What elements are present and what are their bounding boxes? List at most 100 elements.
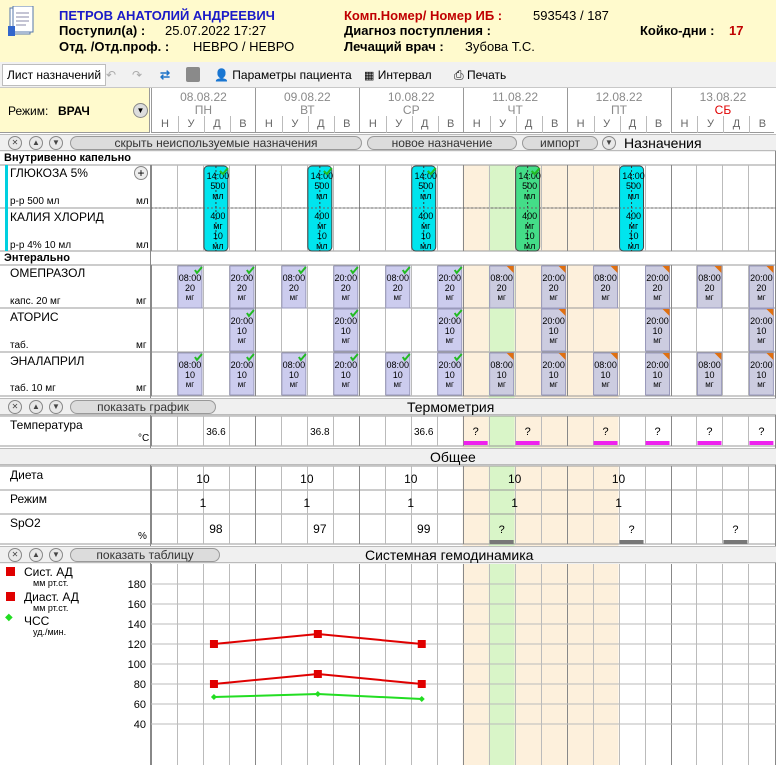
- pending-bar: [515, 441, 540, 445]
- temperature-unit: °С: [138, 433, 150, 444]
- dose-amount: 20: [601, 283, 611, 293]
- dose-amount: 10: [341, 326, 351, 336]
- dose-amount: 10: [601, 370, 611, 380]
- iv-dose-text: мл: [212, 191, 223, 201]
- dose-amount: 10: [185, 370, 195, 380]
- drug-unit: мг: [136, 383, 147, 394]
- chart-point: [209, 640, 218, 648]
- import-button[interactable]: импорт: [522, 136, 598, 150]
- close-icon[interactable]: ✕: [8, 136, 22, 150]
- temperature-pending: ?: [603, 426, 609, 438]
- close-icon[interactable]: ✕: [8, 400, 22, 414]
- drug-name[interactable]: ЭНАЛАПРИЛ: [10, 354, 84, 368]
- drug-unit: мг: [136, 296, 147, 307]
- drug-form: капс. 20 мг: [10, 296, 61, 307]
- dose-unit: мг: [653, 380, 662, 389]
- iv-dose-text: 400: [314, 211, 329, 221]
- chevron-up-icon[interactable]: ▲: [29, 548, 43, 562]
- dose-unit: мг: [446, 293, 455, 302]
- chevron-down-icon[interactable]: ▼: [49, 136, 63, 150]
- dose-time: 20:00: [542, 273, 565, 283]
- dose-unit: мг: [497, 293, 506, 302]
- dose-time: 20:00: [542, 316, 565, 326]
- dose-amount: 20: [289, 283, 299, 293]
- dose-amount: 10: [756, 326, 766, 336]
- show-graph-button[interactable]: показать график: [70, 400, 216, 414]
- chart-tick-label: 160: [128, 599, 146, 611]
- iv-dose-text: 400: [626, 211, 641, 221]
- dose-time: 20:00: [750, 316, 773, 326]
- dose-unit: мг: [549, 293, 558, 302]
- iv-dose-text: мг: [421, 221, 431, 231]
- iv-dose-text: 500: [418, 181, 433, 191]
- hide-unused-button[interactable]: скрыть неиспользуемые назначения: [70, 136, 362, 150]
- general-title: Общее: [430, 449, 476, 465]
- drug-unit: мл: [136, 240, 149, 251]
- diet-value: 10: [404, 472, 418, 486]
- iv-dose-text: мг: [629, 221, 639, 231]
- drug-form: таб. 10 мг: [10, 383, 56, 394]
- chevron-up-icon[interactable]: ▲: [29, 136, 43, 150]
- dose-amount: 20: [549, 283, 559, 293]
- iv-dose-text: мл: [420, 191, 431, 201]
- add-icon[interactable]: +: [134, 166, 148, 180]
- iv-dose-text: 400: [210, 211, 225, 221]
- dose-amount: 10: [549, 370, 559, 380]
- dose-amount: 20: [341, 283, 351, 293]
- legend-marker-diastolic: [6, 592, 15, 601]
- dose-time: 20:00: [646, 273, 669, 283]
- drug-name[interactable]: ОМЕПРАЗОЛ: [10, 266, 85, 280]
- dose-amount: 10: [653, 370, 663, 380]
- iv-dose-text: 10: [629, 231, 639, 241]
- dose-unit: мг: [186, 380, 195, 389]
- dose-time: 20:00: [438, 316, 461, 326]
- dose-amount: 10: [289, 370, 299, 380]
- drug-form: р-р 4% 10 мл: [10, 240, 72, 251]
- dose-unit: мг: [186, 293, 195, 302]
- dose-unit: мг: [342, 293, 351, 302]
- iv-dose-text: мл: [212, 241, 223, 251]
- dose-time: 20:00: [231, 316, 254, 326]
- new-assignment-button[interactable]: новое назначение: [367, 136, 517, 150]
- drug-name[interactable]: ГЛЮКОЗА 5%: [10, 166, 88, 180]
- chevron-down-icon[interactable]: ▼: [49, 548, 63, 562]
- iv-dose-text: мл: [420, 241, 431, 251]
- chart-point: [313, 670, 322, 678]
- diet-label: Диета: [10, 468, 44, 482]
- chevron-down-icon[interactable]: ▼: [49, 400, 63, 414]
- drug-form: таб.: [10, 340, 29, 351]
- dose-unit: мг: [757, 336, 766, 345]
- iv-dose-text: 10: [317, 231, 327, 241]
- iv-dose-text: 500: [210, 181, 225, 191]
- dose-time: 08:00: [490, 273, 513, 283]
- dose-amount: 10: [237, 370, 247, 380]
- dose-unit: мг: [290, 293, 299, 302]
- show-table-button[interactable]: показать таблицу: [70, 548, 220, 562]
- dose-time: 08:00: [283, 273, 306, 283]
- chevron-up-icon[interactable]: ▲: [29, 400, 43, 414]
- legend-marker-systolic: [6, 567, 15, 576]
- iv-dose-text: мг: [213, 221, 223, 231]
- drug-name[interactable]: АТОРИС: [10, 310, 59, 324]
- close-icon[interactable]: ✕: [8, 548, 22, 562]
- group-iv: Внутривенно капельно: [4, 152, 132, 164]
- temperature-pending: ?: [758, 426, 764, 438]
- dose-amount: 20: [393, 283, 403, 293]
- assignments-title: Назначения: [624, 135, 702, 151]
- temperature-pending: ?: [706, 426, 712, 438]
- dose-time: 08:00: [698, 273, 721, 283]
- iv-dose-text: 10: [525, 231, 535, 241]
- group-enteral: Энтерально: [4, 252, 70, 264]
- chart-tick-label: 40: [134, 719, 146, 731]
- dropdown-icon[interactable]: ▼: [602, 136, 616, 150]
- pending-bar: [697, 441, 722, 445]
- schedule-grid: 14:00500мл400мг10мл14:00500мл400мг10мл14…: [0, 134, 776, 765]
- dose-unit: мг: [342, 380, 351, 389]
- dose-amount: 10: [704, 370, 714, 380]
- spo2-value: 98: [209, 522, 223, 536]
- drug-name[interactable]: КАЛИЯ ХЛОРИД: [10, 210, 104, 224]
- drug-form: р-р 500 мл: [10, 196, 60, 207]
- iv-group-marker: [5, 165, 8, 251]
- dose-amount: 20: [445, 283, 455, 293]
- temperature-pending: ?: [525, 426, 531, 438]
